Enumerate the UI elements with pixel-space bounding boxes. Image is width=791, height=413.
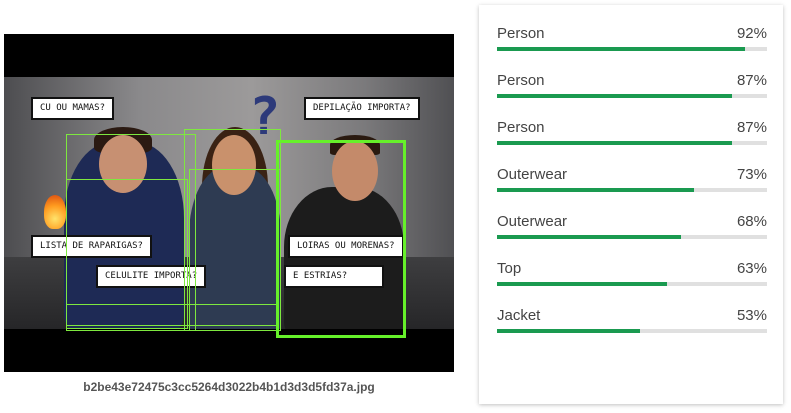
label-percent: 87% xyxy=(736,119,767,136)
confidence-bar-track xyxy=(497,235,767,239)
confidence-bar-track xyxy=(497,47,767,51)
label-row[interactable]: Person 92% xyxy=(497,25,767,61)
confidence-bar-track xyxy=(497,94,767,98)
confidence-bar-track xyxy=(497,188,767,192)
confidence-bar-fill xyxy=(497,329,641,333)
label-row[interactable]: Person 87% xyxy=(497,72,767,108)
label-name: Person xyxy=(497,72,545,89)
detection-box-selected[interactable] xyxy=(276,140,406,338)
confidence-bar-fill xyxy=(497,47,746,51)
label-percent: 87% xyxy=(736,72,767,89)
caption-bubble: DEPILAÇÃO IMPORTA? xyxy=(304,97,420,120)
confidence-bar-fill xyxy=(497,235,681,239)
confidence-bar-track xyxy=(497,329,767,333)
label-name: Top xyxy=(497,260,522,277)
confidence-bar-fill xyxy=(497,94,732,98)
confidence-bar-track xyxy=(497,141,767,145)
label-name: Outerwear xyxy=(497,166,568,183)
label-row[interactable]: Outerwear 68% xyxy=(497,213,767,249)
label-percent: 92% xyxy=(736,25,767,42)
label-name: Jacket xyxy=(497,307,541,324)
label-name: Outerwear xyxy=(497,213,568,230)
caption-bubble: CU OU MAMAS? xyxy=(31,97,115,120)
label-row[interactable]: Person 87% xyxy=(497,119,767,155)
label-row[interactable]: Outerwear 73% xyxy=(497,166,767,202)
confidence-bar-fill xyxy=(497,188,695,192)
confidence-bar-fill xyxy=(497,141,732,145)
image-filename: b2be43e72475c3cc5264d3022b4b1d3d3d5fd37a… xyxy=(83,380,375,394)
label-row[interactable]: Top 63% xyxy=(497,260,767,296)
confidence-bar-track xyxy=(497,282,767,286)
label-percent: 68% xyxy=(736,213,767,230)
labels-panel: Person 92% Person 87% Person 87% Outerwe… xyxy=(479,5,783,404)
label-percent: 53% xyxy=(736,307,767,324)
label-name: Person xyxy=(497,25,545,42)
label-percent: 63% xyxy=(736,260,767,277)
detection-box[interactable] xyxy=(66,304,278,326)
confidence-bar-fill xyxy=(497,282,668,286)
label-name: Person xyxy=(497,119,545,136)
image-viewer: ? CU OU MAMAS? DEPILAÇÃO IMPORTA? LISTA … xyxy=(4,34,454,372)
label-percent: 73% xyxy=(736,166,767,183)
label-row[interactable]: Jacket 53% xyxy=(497,307,767,343)
flame-icon xyxy=(44,195,66,229)
